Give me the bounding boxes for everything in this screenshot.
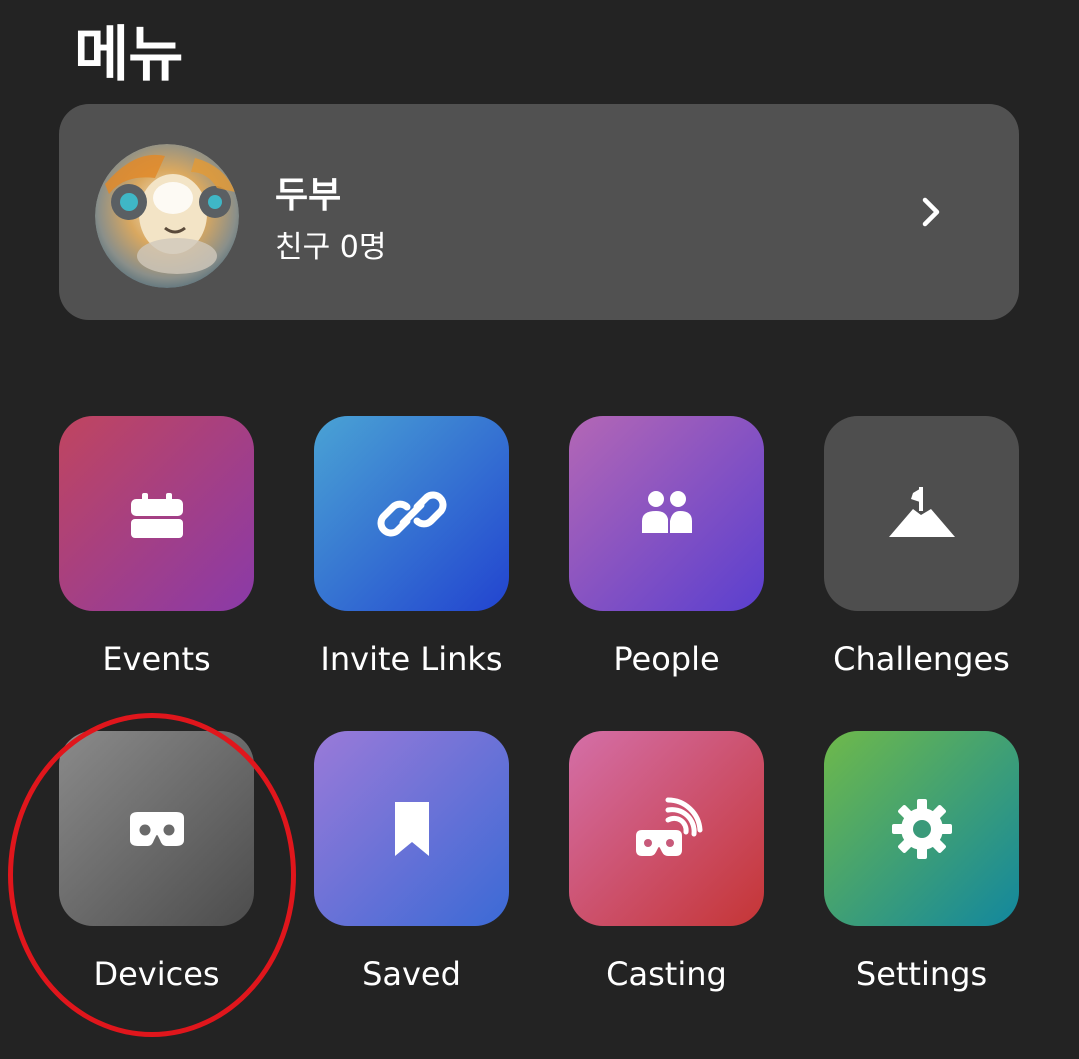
saved-label: Saved [362,955,461,993]
invite-links-label: Invite Links [320,640,503,678]
saved-button[interactable] [314,731,509,926]
bookmark-icon [394,801,429,856]
profile-name: 두부 [275,175,342,216]
devices-label: Devices [93,955,220,993]
mountain-flag-icon [888,486,955,537]
people-icon [641,490,692,533]
menu-page: 메뉴 두부 친구 0명 Events Invite Links People C… [0,0,1079,1059]
challenges-label: Challenges [833,640,1010,678]
avatar [95,144,239,288]
casting-button[interactable] [569,731,764,926]
settings-label: Settings [855,955,988,993]
page-title: 메뉴 [74,20,183,90]
vr-headset-icon [129,811,184,846]
settings-button[interactable] [824,731,1019,926]
gear-icon [891,798,952,859]
chevron-right-icon[interactable] [911,192,951,232]
cast-headset-icon [635,796,702,856]
friends-count: 친구 0명 [275,230,387,265]
casting-label: Casting [606,955,727,993]
challenges-button[interactable] [824,416,1019,611]
events-button[interactable] [59,416,254,611]
people-button[interactable] [569,416,764,611]
events-label: Events [102,640,211,678]
people-label: People [613,640,720,678]
invite-links-button[interactable] [314,416,509,611]
link-icon [377,491,446,536]
profile-card[interactable]: 두부 친구 0명 [59,104,1019,320]
devices-button[interactable] [59,731,254,926]
calendar-icon [130,492,183,538]
